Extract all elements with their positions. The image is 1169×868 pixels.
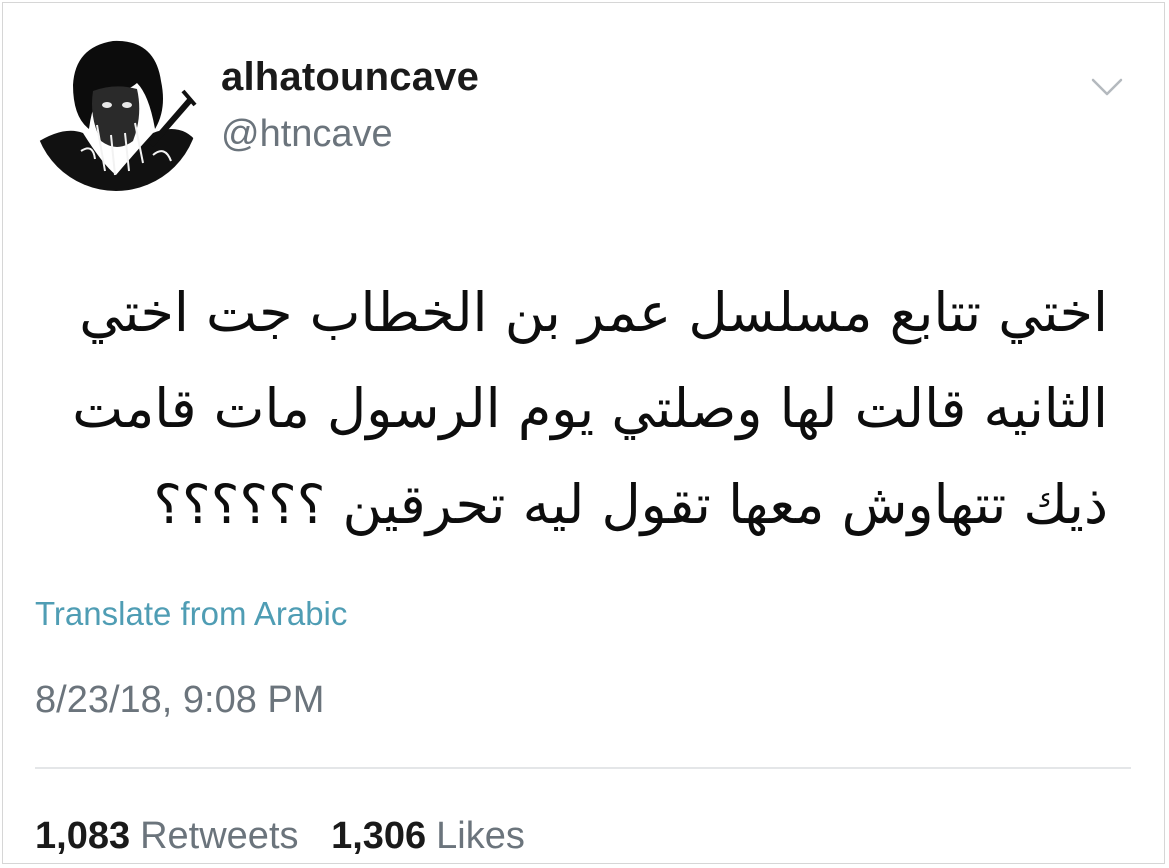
retweets-label: Retweets bbox=[140, 815, 299, 857]
tweet-text: اختي تتابع مسلسل عمر بن الخطاب جت اختي ا… bbox=[28, 265, 1108, 553]
divider bbox=[35, 767, 1131, 769]
likes-stat[interactable]: 1,306 Likes bbox=[331, 813, 525, 859]
tweet-text-line: اختي تتابع مسلسل عمر بن الخطاب جت اختي bbox=[79, 281, 1108, 344]
tweet-stats: 1,083 Retweets 1,306 Likes bbox=[35, 813, 547, 859]
avatar[interactable] bbox=[33, 25, 199, 191]
tweet-timestamp[interactable]: 8/23/18, 9:08 PM bbox=[35, 677, 324, 723]
tweet-card: alhatouncave @htncave اختي تتابع مسلسل ع… bbox=[2, 2, 1165, 864]
display-name[interactable]: alhatouncave bbox=[221, 53, 479, 101]
likes-label: Likes bbox=[436, 815, 525, 857]
retweets-count: 1,083 bbox=[35, 815, 131, 857]
likes-count: 1,306 bbox=[331, 815, 427, 857]
avatar-illustration bbox=[33, 25, 199, 191]
tweet-text-line: الثانيه قالت لها وصلتي يوم الرسول مات قا… bbox=[72, 377, 1108, 440]
tweet-text-line: ذيك تتهاوش معها تقول ليه تحرقين ؟؟؟؟؟؟ bbox=[153, 473, 1108, 536]
retweets-stat[interactable]: 1,083 Retweets bbox=[35, 813, 299, 859]
chevron-down-icon[interactable] bbox=[1087, 73, 1127, 101]
user-handle[interactable]: @htncave bbox=[221, 111, 393, 157]
translate-link[interactable]: Translate from Arabic bbox=[35, 593, 347, 635]
